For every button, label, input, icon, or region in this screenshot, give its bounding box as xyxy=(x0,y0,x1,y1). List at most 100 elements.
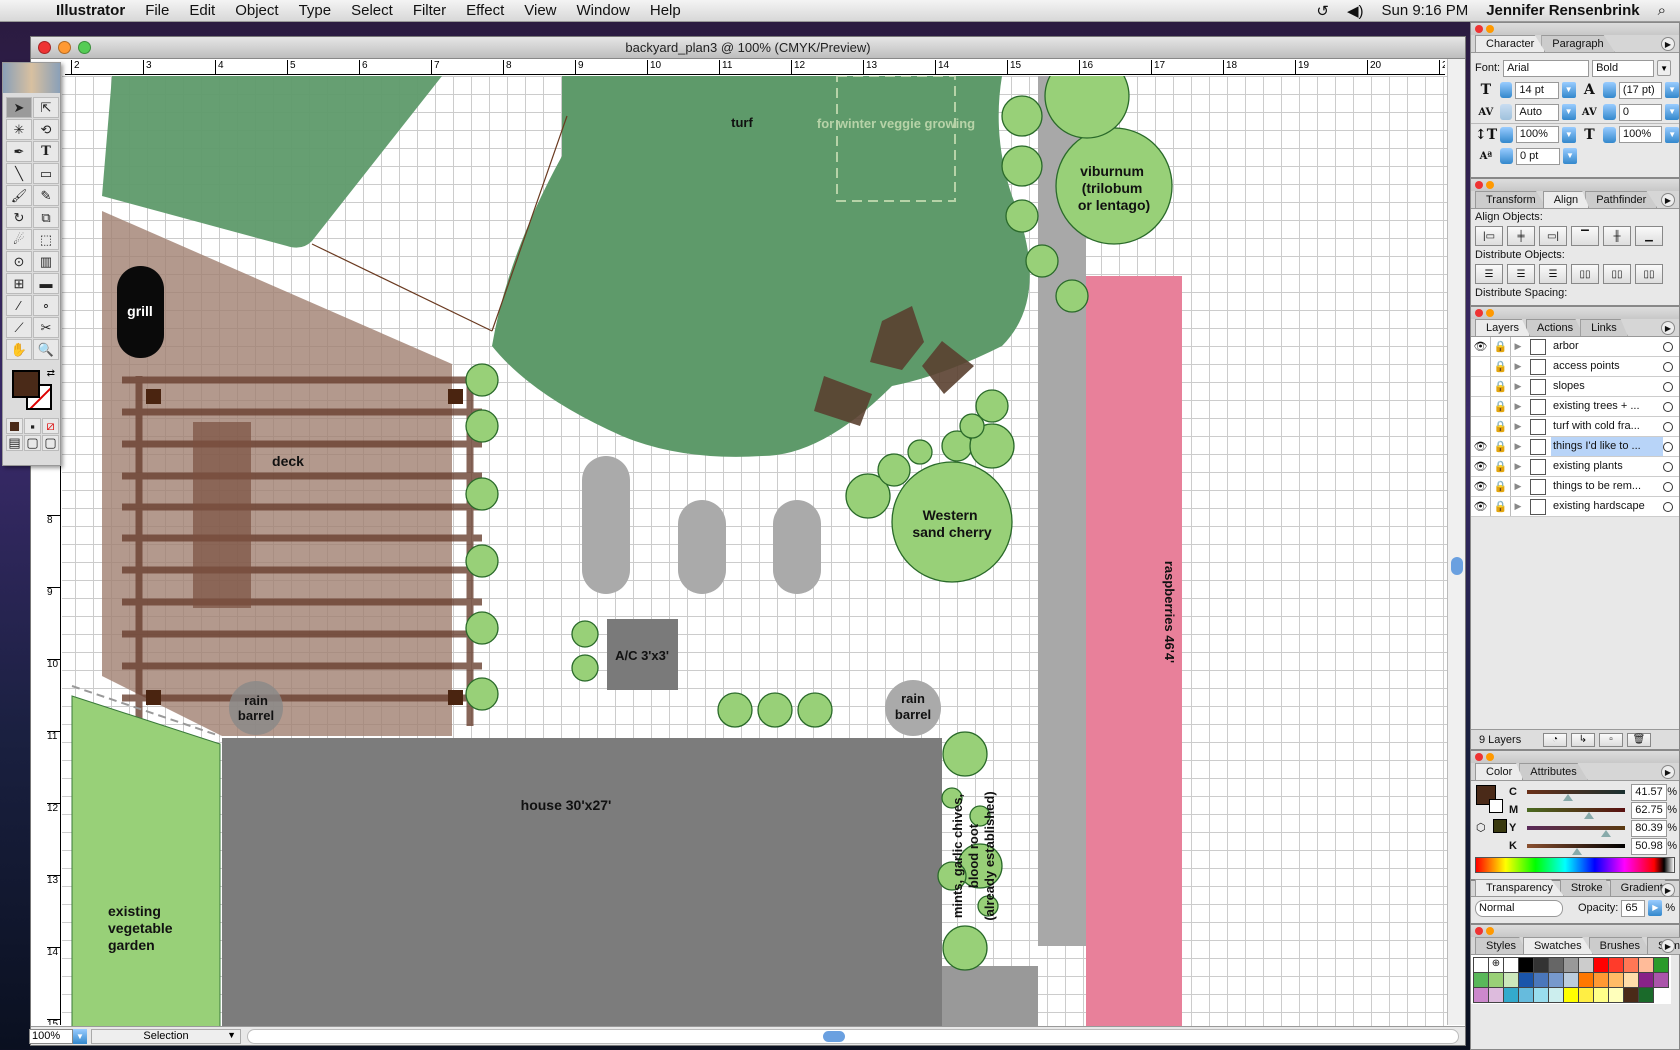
visibility-toggle[interactable] xyxy=(1471,357,1491,376)
distribute-bottom-button[interactable]: ☰ xyxy=(1539,264,1567,284)
make-clipping-mask-icon[interactable]: ◔ xyxy=(1543,732,1567,747)
layer-target-icon[interactable] xyxy=(1663,461,1673,472)
color-swatch[interactable] xyxy=(1548,957,1564,973)
gamut-color-swatch[interactable] xyxy=(1493,819,1507,833)
color-swatch[interactable] xyxy=(1638,957,1654,973)
color-swatch[interactable] xyxy=(1533,972,1549,988)
color-swatch[interactable] xyxy=(1608,987,1624,1003)
tracking-field[interactable]: 0 xyxy=(1618,103,1663,121)
visibility-toggle[interactable] xyxy=(1471,397,1491,416)
layer-row[interactable]: 🔒 ▶ access points xyxy=(1471,357,1679,377)
channel-value[interactable]: 50.98 xyxy=(1631,837,1668,855)
font-size-stepper[interactable] xyxy=(1499,82,1513,98)
tab-attributes[interactable]: Attributes xyxy=(1519,763,1588,780)
layer-name[interactable]: things to be rem... xyxy=(1551,477,1663,496)
expand-triangle-icon[interactable]: ▶ xyxy=(1511,481,1525,492)
font-size-field[interactable]: 14 pt xyxy=(1515,81,1559,99)
align-v-center-button[interactable]: ╫ xyxy=(1603,226,1631,246)
full-screen-menu-mode-icon[interactable]: ▢ xyxy=(24,435,41,451)
color-swatch[interactable] xyxy=(1578,987,1594,1003)
status-dropdown[interactable]: Selection ▼ xyxy=(91,1028,241,1044)
color-swatch[interactable] xyxy=(1503,972,1519,988)
panel-minimize-button[interactable] xyxy=(1486,753,1494,761)
menu-app-name[interactable]: Illustrator xyxy=(46,2,135,19)
vertical-scale-field[interactable]: 100% xyxy=(1515,126,1559,143)
align-right-button[interactable]: ▭| xyxy=(1539,226,1567,246)
panel-menu-icon[interactable]: ▶ xyxy=(1661,321,1675,335)
color-swatch[interactable] xyxy=(1578,972,1594,988)
eye-icon[interactable]: 👁 xyxy=(1471,477,1491,496)
color-swatch[interactable] xyxy=(1473,972,1489,988)
tab-transform[interactable]: Transform xyxy=(1475,191,1547,208)
panel-close-button[interactable] xyxy=(1475,309,1483,317)
tab-paragraph[interactable]: Paragraph xyxy=(1541,35,1615,52)
fill-swatch[interactable] xyxy=(12,370,40,398)
tab-actions[interactable]: Actions xyxy=(1526,319,1585,336)
pen-tool-icon[interactable]: ✒ xyxy=(6,141,32,162)
symbol-sprayer-tool-icon[interactable]: ⊙ xyxy=(6,251,32,272)
align-top-button[interactable]: ▔ xyxy=(1571,226,1599,246)
eye-icon[interactable]: 👁 xyxy=(1471,497,1491,516)
font-style-dropdown[interactable]: ▼ xyxy=(1657,60,1672,76)
hand-tool-icon[interactable]: ✋ xyxy=(6,339,32,360)
tab-brushes[interactable]: Brushes xyxy=(1588,937,1652,954)
align-bottom-button[interactable]: ▁ xyxy=(1635,226,1663,246)
panel-minimize-button[interactable] xyxy=(1486,927,1494,935)
color-swatch[interactable] xyxy=(1548,972,1564,988)
leading-stepper[interactable] xyxy=(1603,82,1616,98)
tab-pathfinder[interactable]: Pathfinder xyxy=(1585,191,1658,208)
blend-tool-icon[interactable]: ∘ xyxy=(33,295,59,316)
channel-value[interactable]: 80.39 xyxy=(1631,819,1668,837)
channel-slider[interactable] xyxy=(1527,826,1626,837)
tab-stroke[interactable]: Stroke xyxy=(1559,879,1614,896)
none-mode-icon[interactable]: ⧄ xyxy=(42,418,59,434)
rectangle-tool-icon[interactable]: ▭ xyxy=(33,163,59,184)
tab-links[interactable]: Links xyxy=(1580,319,1628,336)
menu-view[interactable]: View xyxy=(514,2,566,19)
color-swatch[interactable] xyxy=(1518,957,1534,973)
color-swatch[interactable] xyxy=(1518,987,1534,1003)
panel-menu-icon[interactable]: ▶ xyxy=(1661,765,1675,779)
color-swatch[interactable] xyxy=(1578,957,1594,973)
menu-help[interactable]: Help xyxy=(640,2,691,19)
menu-filter[interactable]: Filter xyxy=(403,2,456,19)
tab-align[interactable]: Align xyxy=(1542,191,1590,208)
warp-tool-icon[interactable]: ☄ xyxy=(6,229,32,250)
channel-slider[interactable] xyxy=(1527,790,1626,801)
type-tool-icon[interactable]: T xyxy=(33,141,59,162)
color-swatch[interactable] xyxy=(1653,972,1669,988)
color-swatch[interactable] xyxy=(1503,987,1519,1003)
align-left-button[interactable]: |▭ xyxy=(1475,226,1503,246)
graph-tool-icon[interactable]: ▥ xyxy=(33,251,59,272)
font-size-dropdown[interactable]: ▼ xyxy=(1561,82,1576,98)
panel-close-button[interactable] xyxy=(1475,753,1483,761)
font-style-field[interactable]: Bold xyxy=(1592,59,1655,77)
lock-icon[interactable]: 🔒 xyxy=(1491,357,1511,376)
layer-name[interactable]: existing hardscape xyxy=(1551,497,1663,516)
mesh-tool-icon[interactable]: ⊞ xyxy=(6,273,32,294)
horizontal-scale-field[interactable]: 100% xyxy=(1619,126,1663,143)
expand-triangle-icon[interactable]: ▶ xyxy=(1511,441,1525,452)
layer-name[interactable]: turf with cold fra... xyxy=(1551,417,1663,436)
artboard-canvas[interactable]: grill deck existing vegetable garden hou… xyxy=(62,76,1447,1028)
title-bar[interactable]: backyard_plan3 @ 100% (CMYK/Preview) xyxy=(31,37,1465,59)
lock-icon[interactable]: 🔒 xyxy=(1491,457,1511,476)
trash-icon[interactable]: 🗑 xyxy=(1627,732,1651,747)
paintbrush-tool-icon[interactable]: 🖌 xyxy=(6,185,32,206)
registration-swatch[interactable]: ⊕ xyxy=(1488,957,1504,973)
distribute-right-button[interactable]: ▯▯ xyxy=(1635,264,1663,284)
lock-icon[interactable]: 🔒 xyxy=(1491,337,1511,356)
eye-icon[interactable]: 👁 xyxy=(1471,437,1491,456)
color-swatch[interactable] xyxy=(1488,972,1504,988)
tracking-dropdown[interactable]: ▼ xyxy=(1665,104,1679,120)
visibility-toggle[interactable] xyxy=(1471,377,1491,396)
magic-wand-tool-icon[interactable]: ✳ xyxy=(6,119,32,140)
layer-name[interactable]: slopes xyxy=(1551,377,1663,396)
clock[interactable]: Sun 9:16 PM xyxy=(1381,2,1468,19)
full-screen-mode-icon[interactable]: ▢ xyxy=(42,435,59,451)
direct-selection-tool-icon[interactable]: ⇱ xyxy=(33,97,59,118)
baseline-shift-dropdown[interactable]: ▼ xyxy=(1563,148,1577,164)
color-swatch[interactable] xyxy=(1533,987,1549,1003)
vertical-scrollbar[interactable] xyxy=(1447,59,1465,1025)
layer-name[interactable]: access points xyxy=(1551,357,1663,376)
